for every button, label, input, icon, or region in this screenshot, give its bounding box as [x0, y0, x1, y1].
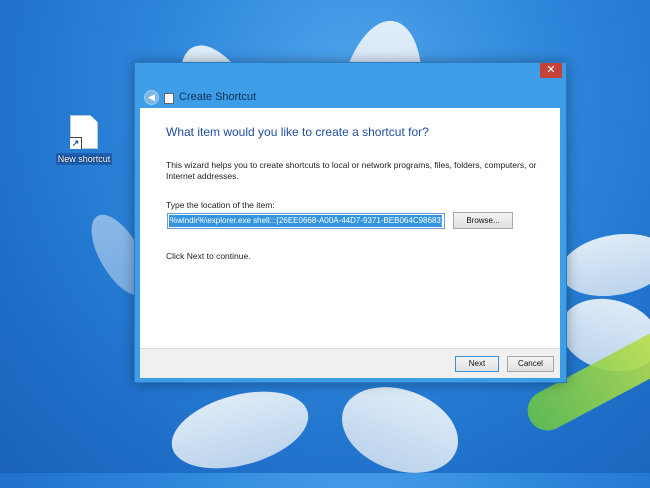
- flower-petal: [329, 371, 471, 488]
- close-button[interactable]: ✕: [540, 63, 562, 78]
- wizard-description: This wizard helps you to create shortcut…: [166, 160, 537, 181]
- flower-petal: [163, 378, 317, 482]
- location-input[interactable]: %windir%\explorer.exe shell:::{26EE0668-…: [167, 213, 445, 229]
- wizard-footer: Next Cancel: [140, 348, 560, 378]
- wizard-app-icon: [164, 93, 174, 104]
- cancel-button[interactable]: Cancel: [507, 356, 554, 372]
- location-label: Type the location of the item:: [166, 200, 275, 210]
- desktop-shortcut-label: New shortcut: [55, 153, 113, 165]
- page-heading: What item would you like to create a sho…: [166, 125, 429, 139]
- shortcut-arrow-icon: ↗: [70, 137, 82, 149]
- wizard-content: What item would you like to create a sho…: [140, 108, 560, 348]
- window-title: Create Shortcut: [179, 91, 257, 103]
- desktop-shortcut-new-shortcut[interactable]: ↗ New shortcut: [54, 115, 114, 167]
- flower-petal: [555, 225, 650, 305]
- location-input-value: %windir%\explorer.exe shell:::{26EE0668-…: [169, 215, 442, 227]
- back-arrow-icon[interactable]: ◀: [144, 90, 159, 105]
- document-shortcut-icon: ↗: [70, 115, 98, 149]
- create-shortcut-dialog: ✕ ◀ Create Shortcut What item would you …: [134, 62, 567, 383]
- browse-button[interactable]: Browse...: [453, 212, 513, 229]
- title-bar[interactable]: ✕ ◀ Create Shortcut: [135, 63, 566, 108]
- continue-hint: Click Next to continue.: [166, 251, 251, 261]
- next-button[interactable]: Next: [455, 356, 499, 372]
